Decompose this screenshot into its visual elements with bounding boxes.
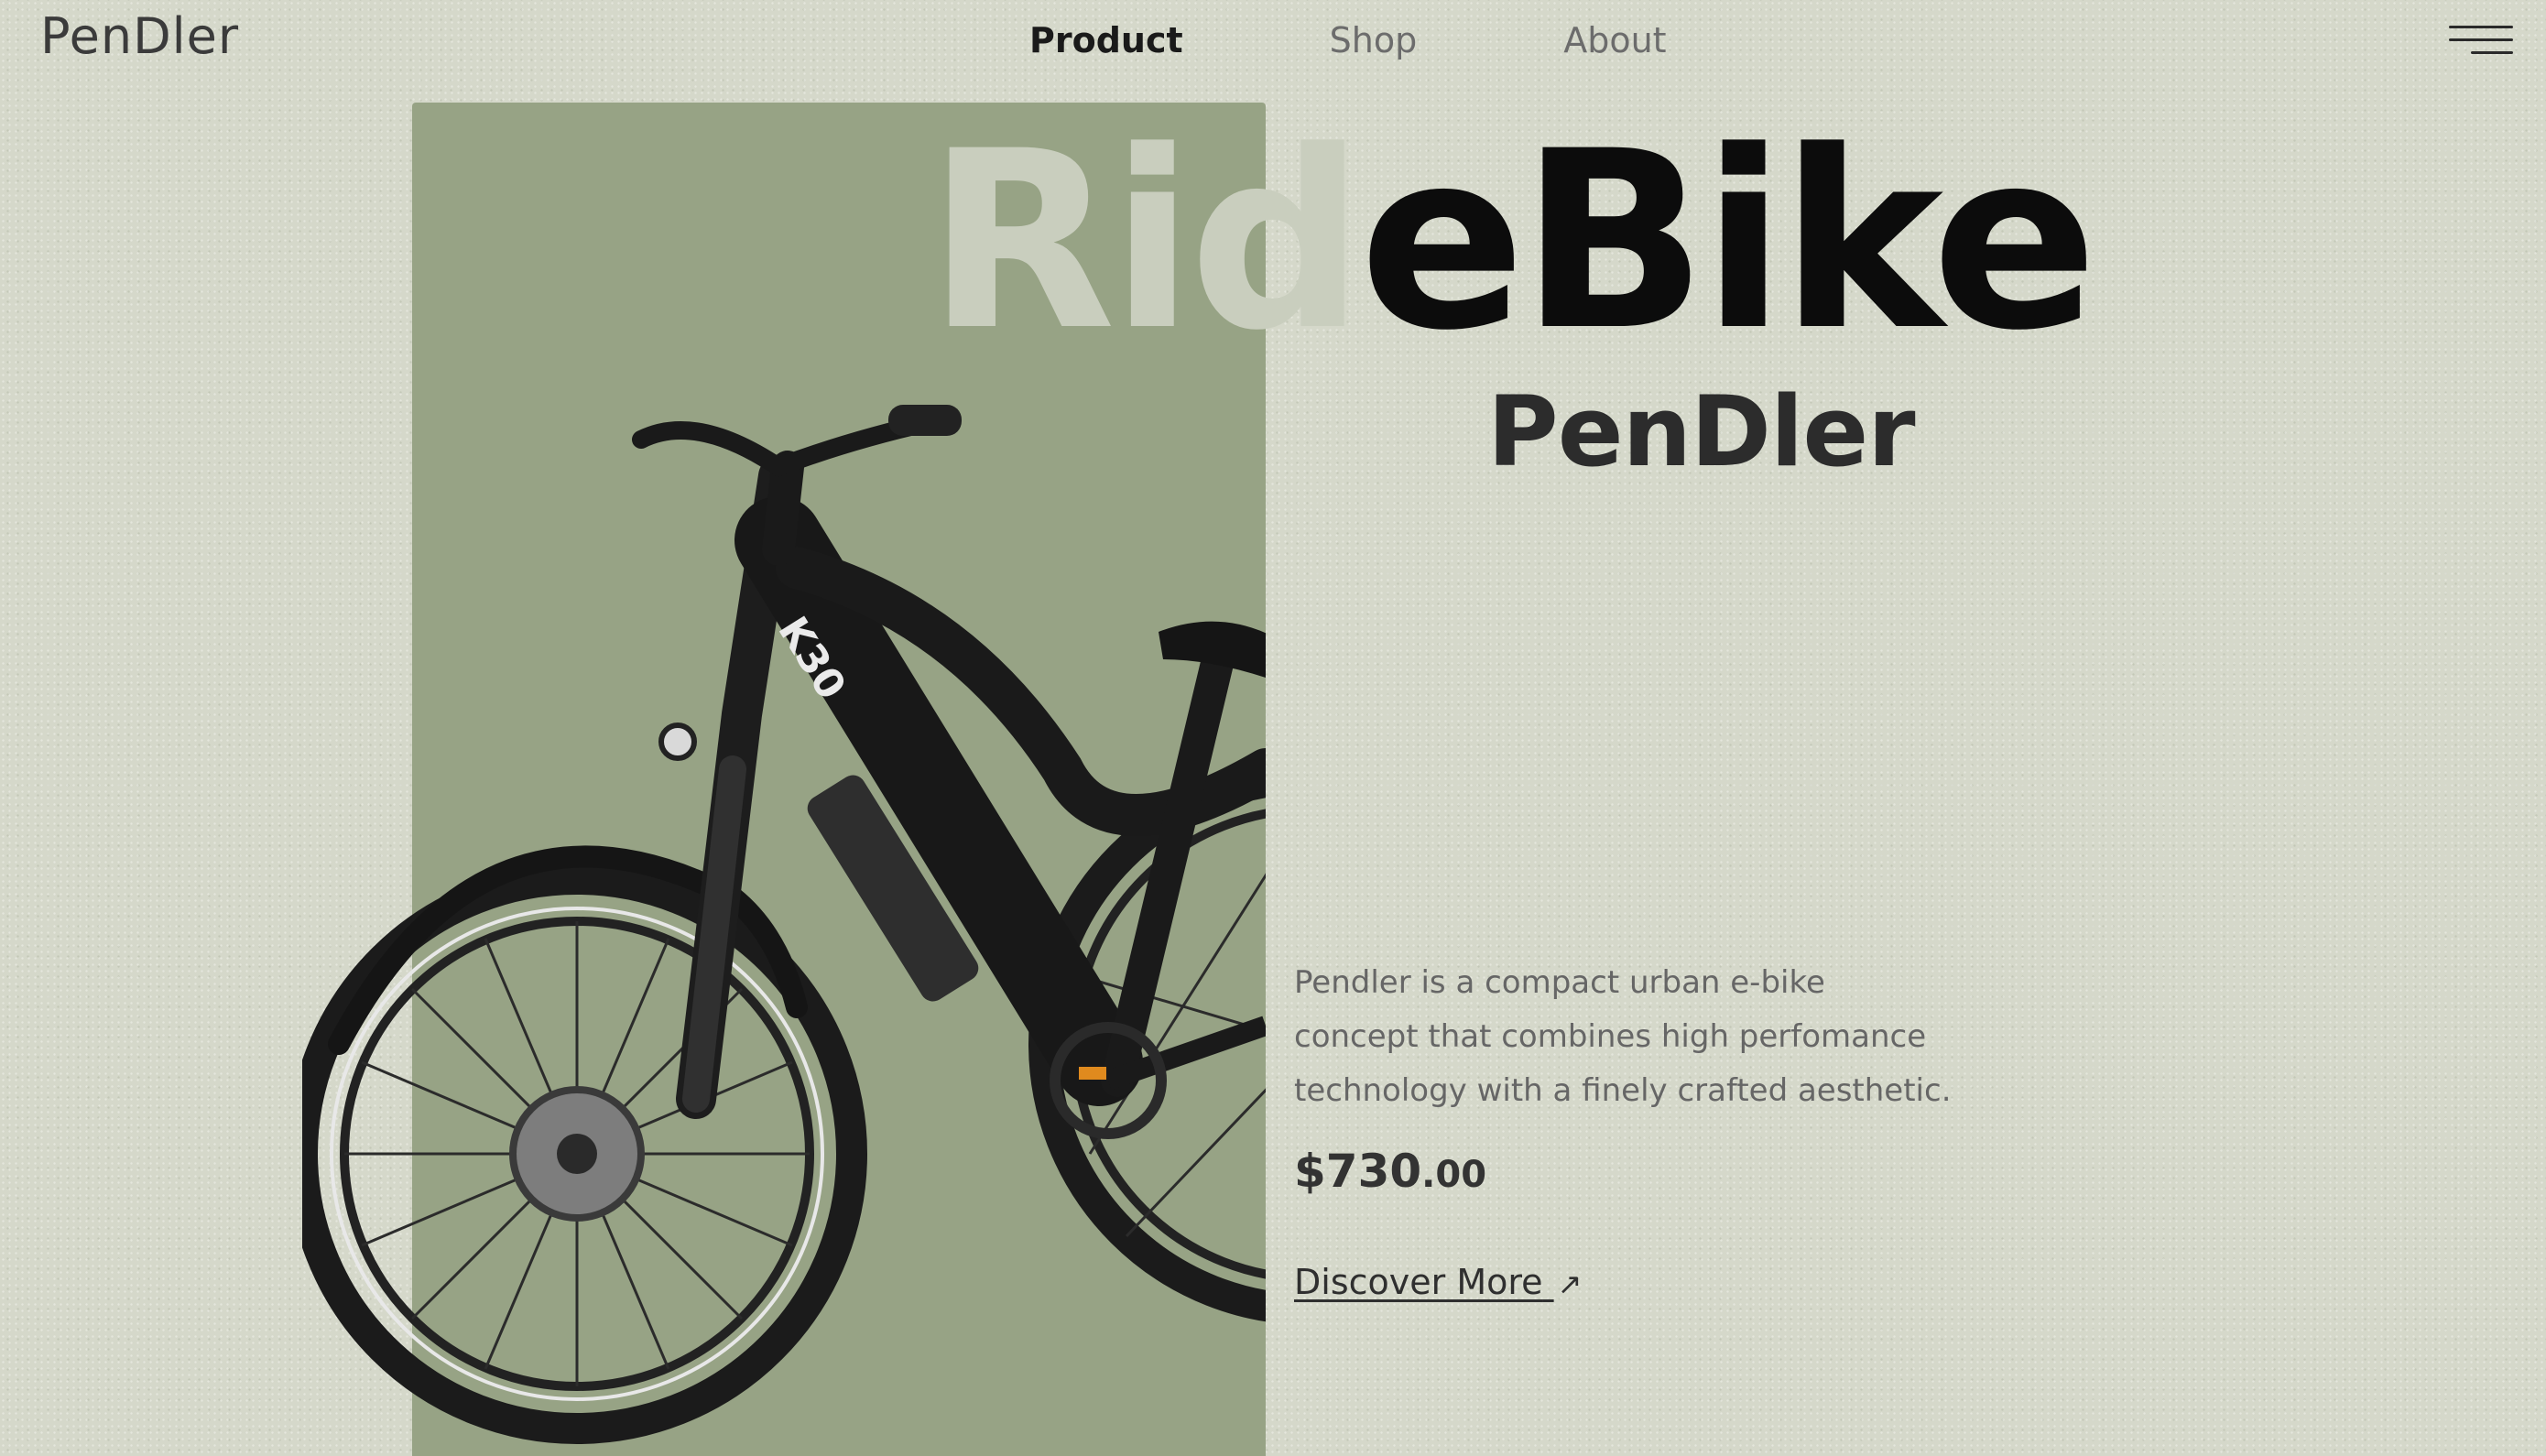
- nav-item-shop[interactable]: Shop: [1330, 20, 1418, 60]
- discover-more-link[interactable]: Discover More ↗: [1294, 1262, 1582, 1302]
- main-nav: Product Shop About: [1029, 20, 1667, 60]
- headline-bold-part: eBike: [1359, 99, 2098, 385]
- arrow-up-right-icon: ↗: [1557, 1266, 1583, 1301]
- price-cents: .00: [1421, 1154, 1487, 1196]
- headline-faded-part: Rid: [927, 99, 1365, 385]
- price-main: $730: [1294, 1145, 1422, 1198]
- menu-line: [2449, 26, 2513, 28]
- brand-logo[interactable]: PenDler: [40, 7, 239, 65]
- hero-subtitle: PenDler: [1487, 375, 1916, 488]
- menu-line: [2449, 38, 2513, 41]
- ebike-image: K30: [302, 385, 1266, 1456]
- ebike-illustration: K30: [302, 405, 1266, 1444]
- product-description: Pendler is a compact urban e-bike concep…: [1294, 964, 1952, 1109]
- hero-headline: RideBike: [927, 119, 2098, 364]
- product-price: $730.00: [1294, 1145, 1486, 1198]
- discover-more-label: Discover More: [1294, 1262, 1543, 1302]
- nav-item-product[interactable]: Product: [1029, 20, 1183, 60]
- hamburger-menu-icon[interactable]: [2449, 26, 2513, 59]
- nav-item-about[interactable]: About: [1563, 20, 1666, 60]
- menu-line: [2471, 51, 2513, 54]
